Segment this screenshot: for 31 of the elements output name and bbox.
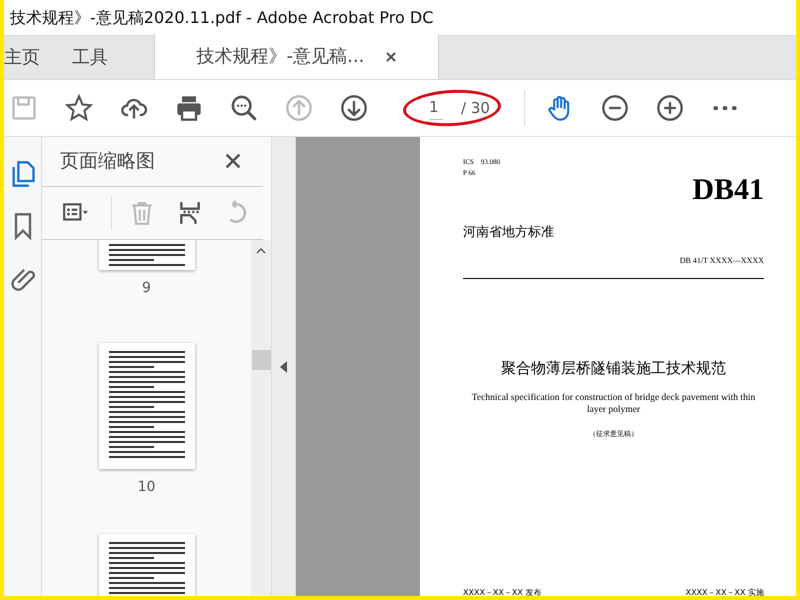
star-icon [65, 94, 93, 122]
english-title: Technical specification for construction of bridge deck pavement with thin layer polymer [470, 392, 756, 416]
standard-code: DB41 [691, 175, 764, 205]
zoom-icon [230, 94, 258, 122]
save-icon [10, 94, 38, 122]
zoom-in-icon [656, 94, 684, 122]
date-line: XXXX－XX－XX 发布 [463, 587, 542, 596]
panel-title: 页面缩略图 [60, 149, 155, 174]
page-number-field[interactable]: 1 [429, 96, 443, 120]
tab[interactable]: 工具 [56, 35, 124, 79]
scrollbar-thumb[interactable] [252, 350, 270, 370]
tab[interactable]: 技术规程》-意见稿... [154, 34, 439, 79]
zoom-out-icon [601, 94, 629, 122]
page-number-label: 10 [138, 478, 156, 496]
collapse-arrow-icon[interactable] [280, 360, 287, 372]
document-title: 聚合物薄层桥隧铺装施工技术规范 [500, 358, 727, 378]
tab[interactable]: 主页 [4, 35, 56, 79]
more-icon [711, 106, 739, 110]
issuing-body: 河南省地方标准 [463, 224, 555, 242]
page-total: / 30 [461, 98, 490, 119]
scroll-up-icon[interactable] [256, 248, 266, 254]
print-icon [175, 94, 203, 122]
close-icon[interactable] [386, 52, 396, 62]
date-line: XXXX－XX－XX 实施 [686, 587, 764, 596]
page-thumbnail[interactable] [98, 342, 194, 468]
page-thumbnail[interactable] [98, 240, 194, 270]
page-number-label: 9 [142, 278, 151, 298]
window-title: 技术规程》-意见稿2020.11.pdf - Adobe Acrobat Pro DC [10, 6, 434, 28]
standard-number: DB 41/T XXXX—XXXX [678, 254, 764, 266]
arrow-up-icon [285, 94, 313, 122]
arrow-down-icon [340, 94, 368, 122]
